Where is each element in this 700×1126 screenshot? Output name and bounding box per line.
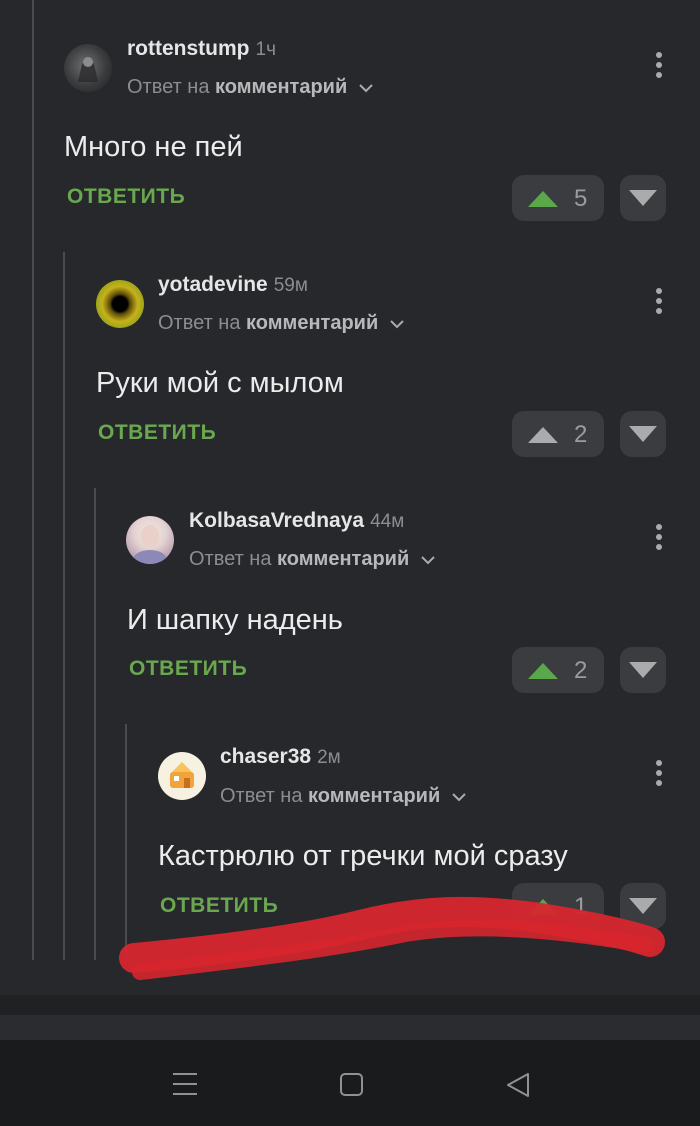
upvote-button[interactable]: 1 (512, 883, 604, 929)
chevron-down-icon[interactable] (452, 792, 466, 802)
kebab-menu-icon[interactable] (654, 760, 664, 790)
avatar-cartoon-icon (170, 762, 194, 788)
triangle-up-icon (528, 899, 558, 915)
comment-time: 2м (317, 747, 341, 768)
comment-author[interactable]: chaser38 2м (220, 745, 341, 769)
reply-button[interactable]: ОТВЕТИТЬ (160, 894, 278, 918)
comment-text: Кастрюлю от гречки мой сразу (158, 840, 568, 872)
triangle-down-icon (629, 898, 657, 914)
reply-to-link[interactable]: Ответ на комментарий (220, 785, 466, 808)
reply-target[interactable]: комментарий (308, 785, 440, 807)
system-navigation-bar (0, 1040, 700, 1126)
comment-chaser38: chaser38 2м Ответ на комментарий Кастрюлю… (0, 0, 700, 960)
back-triangle-icon[interactable] (501, 1068, 535, 1102)
author-name[interactable]: chaser38 (220, 745, 311, 768)
vote-count: 1 (574, 893, 588, 920)
menu-icon[interactable] (168, 1068, 202, 1102)
bottom-bar (0, 995, 700, 1015)
home-square-icon[interactable] (334, 1068, 368, 1102)
avatar[interactable] (158, 752, 206, 800)
downvote-button[interactable] (620, 883, 666, 929)
reply-prefix: Ответ на (220, 785, 303, 807)
bottom-panel (0, 1015, 700, 1040)
